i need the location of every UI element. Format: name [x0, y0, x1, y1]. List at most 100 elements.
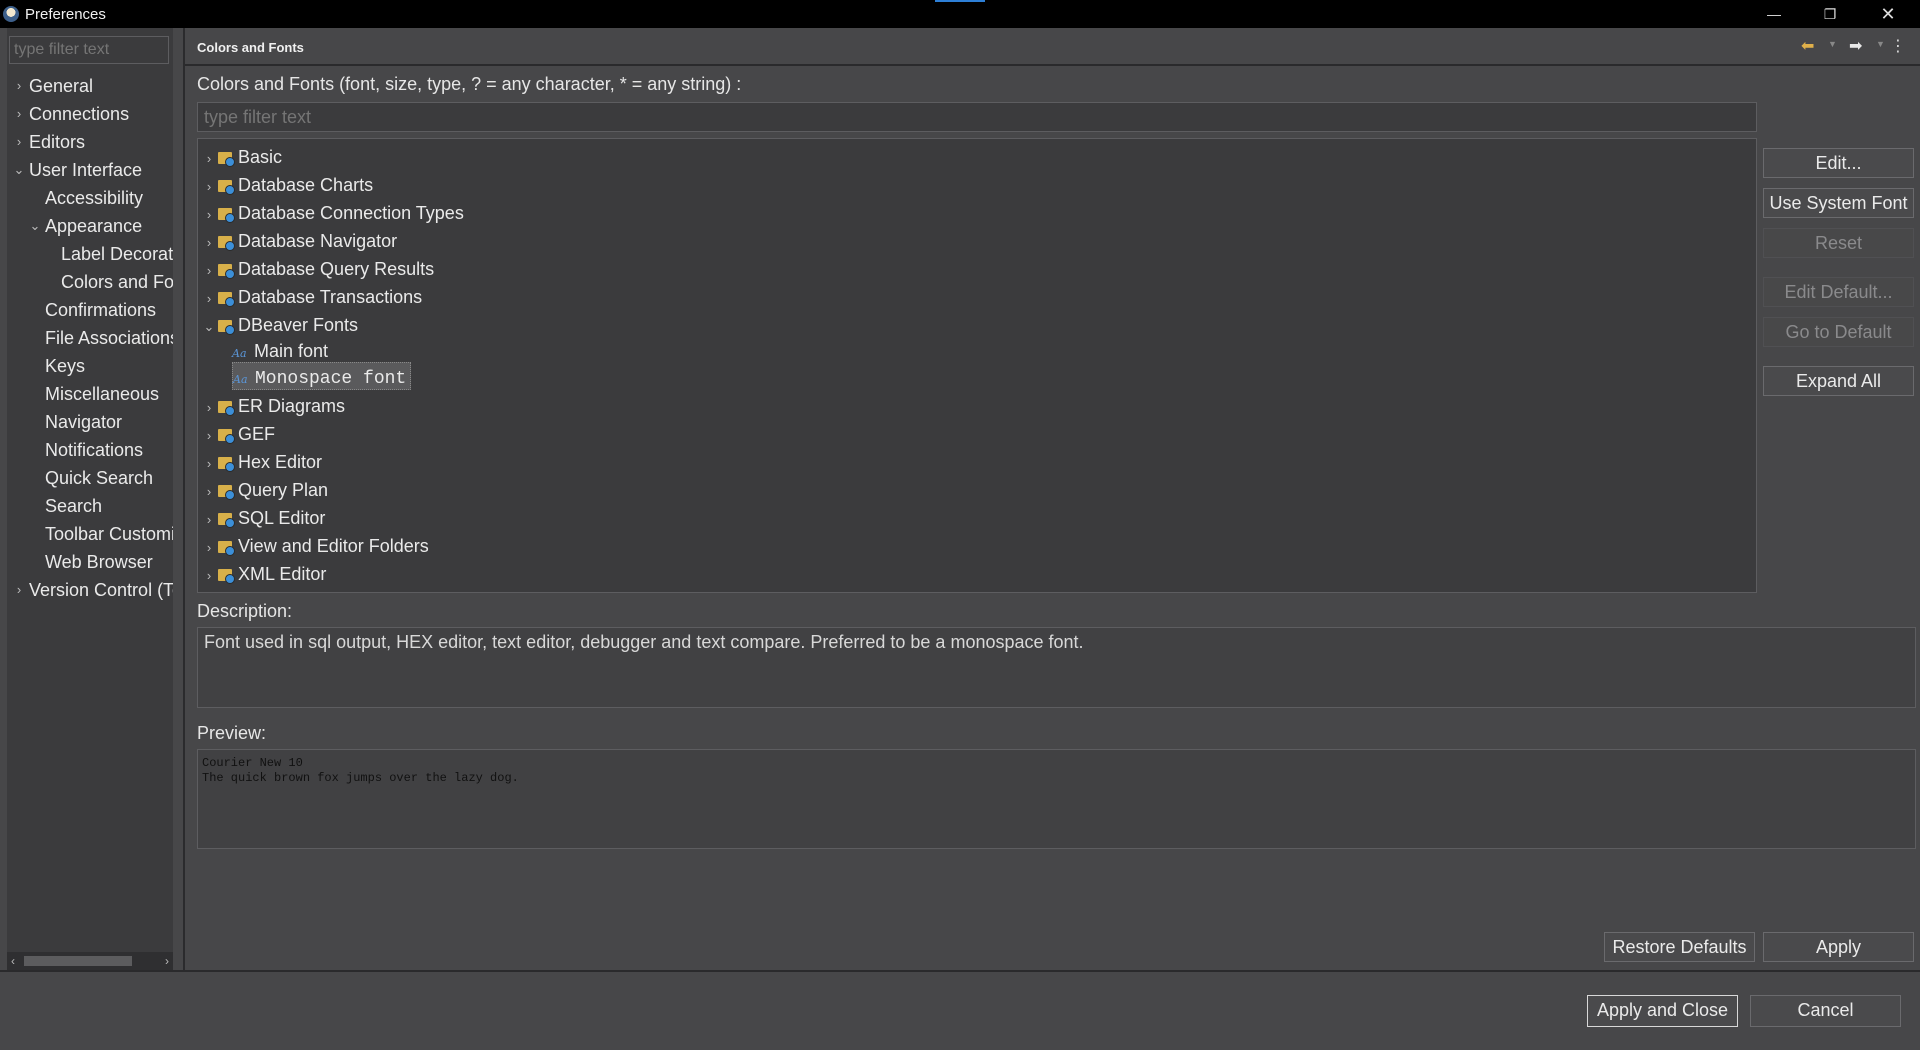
- restore-icon[interactable]: ❐: [1802, 0, 1858, 28]
- tree-item-label: ER Diagrams: [238, 396, 346, 416]
- font-category-item[interactable]: › Database Query Results: [202, 255, 434, 283]
- nav-item-label: Colors and Fo: [61, 272, 173, 292]
- nav-item[interactable]: Miscellaneous: [7, 380, 173, 408]
- chevron-down-icon[interactable]: ⌄: [13, 156, 25, 184]
- font-category-item[interactable]: ⌄ DBeaver Fonts: [202, 311, 358, 339]
- font-category-item[interactable]: › View and Editor Folders: [202, 532, 429, 560]
- category-folder-icon: [218, 292, 235, 307]
- close-icon[interactable]: ✕: [1860, 0, 1916, 28]
- nav-item[interactable]: › Editors: [7, 128, 173, 156]
- go-to-default-button[interactable]: Go to Default: [1763, 317, 1914, 347]
- preview-sample-text: The quick brown fox jumps over the lazy …: [202, 771, 519, 785]
- colors-fonts-tree[interactable]: › Basic › Database Charts › Database Connecti…: [197, 138, 1757, 593]
- cancel-button[interactable]: Cancel: [1750, 995, 1901, 1027]
- chevron-right-icon[interactable]: ›: [202, 229, 216, 257]
- chevron-right-icon[interactable]: ›: [202, 506, 216, 534]
- scroll-right-icon[interactable]: ›: [165, 952, 169, 970]
- nav-item[interactable]: Colors and Fo: [7, 268, 173, 296]
- scrollbar-thumb[interactable]: [24, 956, 132, 966]
- colors-fonts-filter-input[interactable]: [197, 102, 1757, 132]
- chevron-right-icon[interactable]: ›: [202, 450, 216, 478]
- view-menu-icon[interactable]: ⋮: [1890, 36, 1906, 56]
- nav-item[interactable]: Notifications: [7, 436, 173, 464]
- forward-arrow-icon[interactable]: ➡: [1849, 36, 1862, 56]
- forward-dropdown-icon[interactable]: ▼: [1876, 39, 1885, 49]
- chevron-right-icon[interactable]: ›: [13, 128, 25, 156]
- nav-item[interactable]: ⌄ Appearance: [7, 212, 173, 240]
- footer-separator: [0, 970, 1920, 972]
- chevron-right-icon[interactable]: ›: [13, 72, 25, 100]
- apply-and-close-button[interactable]: Apply and Close: [1587, 995, 1738, 1027]
- nav-item[interactable]: Label Decorati: [7, 240, 173, 268]
- back-arrow-icon[interactable]: ⬅: [1801, 36, 1814, 56]
- edit-default-button[interactable]: Edit Default...: [1763, 277, 1914, 307]
- nav-filter-input[interactable]: [9, 36, 169, 64]
- font-category-item[interactable]: › Hex Editor: [202, 448, 322, 476]
- chevron-right-icon[interactable]: ›: [202, 257, 216, 285]
- font-tree-item[interactable]: Aa Main font: [232, 337, 328, 365]
- nav-item-label: Version Control (Te: [29, 580, 173, 600]
- category-folder-icon: [218, 513, 235, 528]
- chevron-right-icon[interactable]: ›: [13, 576, 25, 604]
- font-category-item[interactable]: › SQL Editor: [202, 504, 325, 532]
- page-header: Colors and Fonts ⬅ ▼ ➡ ▼ ⋮: [185, 28, 1920, 66]
- minimize-icon[interactable]: —: [1746, 0, 1802, 28]
- chevron-right-icon[interactable]: ›: [202, 422, 216, 450]
- font-category-item[interactable]: › Database Charts: [202, 171, 373, 199]
- font-category-item[interactable]: › Database Navigator: [202, 227, 397, 255]
- chevron-right-icon[interactable]: ›: [202, 562, 216, 590]
- scroll-left-icon[interactable]: ‹: [11, 952, 15, 970]
- chevron-right-icon[interactable]: ›: [202, 478, 216, 506]
- category-folder-icon: [218, 485, 235, 500]
- font-category-item[interactable]: › ER Diagrams: [202, 392, 345, 420]
- tree-item-label: DBeaver Fonts: [238, 315, 359, 335]
- chevron-right-icon[interactable]: ›: [202, 173, 216, 201]
- font-category-item[interactable]: › Database Transactions: [202, 283, 422, 311]
- chevron-right-icon[interactable]: ›: [202, 285, 216, 313]
- back-dropdown-icon[interactable]: ▼: [1828, 39, 1837, 49]
- expand-all-button[interactable]: Expand All: [1763, 366, 1914, 396]
- nav-item-label: Navigator: [45, 412, 123, 432]
- nav-item[interactable]: Keys: [7, 352, 173, 380]
- font-category-item[interactable]: › Database Connection Types: [202, 199, 464, 227]
- horizontal-scrollbar[interactable]: ‹ ›: [7, 952, 173, 970]
- tree-item-label: View and Editor Folders: [238, 536, 429, 556]
- chevron-right-icon[interactable]: ›: [202, 394, 216, 422]
- nav-item[interactable]: Quick Search: [7, 464, 173, 492]
- nav-item[interactable]: Web Browser: [7, 548, 173, 576]
- pane-divider[interactable]: [183, 28, 185, 970]
- font-category-item[interactable]: › Basic: [202, 143, 282, 171]
- nav-item[interactable]: Navigator: [7, 408, 173, 436]
- nav-item[interactable]: › Version Control (Te: [7, 576, 173, 604]
- nav-item[interactable]: Search: [7, 492, 173, 520]
- nav-item-label: Connections: [29, 104, 130, 124]
- nav-item-label: Notifications: [45, 440, 144, 460]
- nav-item[interactable]: File Associations: [7, 324, 173, 352]
- chevron-right-icon[interactable]: ›: [202, 145, 216, 173]
- use-system-font-button[interactable]: Use System Font: [1763, 188, 1914, 218]
- reset-button[interactable]: Reset: [1763, 228, 1914, 258]
- chevron-right-icon[interactable]: ›: [202, 201, 216, 229]
- chevron-right-icon[interactable]: ›: [202, 534, 216, 562]
- chevron-right-icon[interactable]: ›: [13, 100, 25, 128]
- apply-button[interactable]: Apply: [1763, 932, 1914, 962]
- tree-item-label: Monospace font: [255, 369, 407, 389]
- nav-item[interactable]: › Connections: [7, 100, 173, 128]
- chevron-down-icon[interactable]: ⌄: [202, 313, 216, 341]
- tree-item-label: Database Transactions: [238, 287, 423, 307]
- nav-item[interactable]: › General: [7, 72, 173, 100]
- nav-item[interactable]: Confirmations: [7, 296, 173, 324]
- font-category-item[interactable]: › Query Plan: [202, 476, 328, 504]
- page-title: Colors and Fonts: [197, 40, 304, 55]
- font-icon: Aa: [233, 373, 248, 386]
- font-category-item[interactable]: › XML Editor: [202, 560, 326, 588]
- font-tree-item[interactable]: Aa Monospace font: [232, 362, 412, 390]
- font-category-item[interactable]: › GEF: [202, 420, 275, 448]
- restore-defaults-button[interactable]: Restore Defaults: [1604, 932, 1755, 962]
- nav-item-label: File Associations: [45, 328, 173, 348]
- nav-item[interactable]: Toolbar Customi: [7, 520, 173, 548]
- nav-item[interactable]: ⌄ User Interface: [7, 156, 173, 184]
- nav-item[interactable]: Accessibility: [7, 184, 173, 212]
- chevron-down-icon[interactable]: ⌄: [29, 212, 41, 240]
- edit-button[interactable]: Edit...: [1763, 148, 1914, 178]
